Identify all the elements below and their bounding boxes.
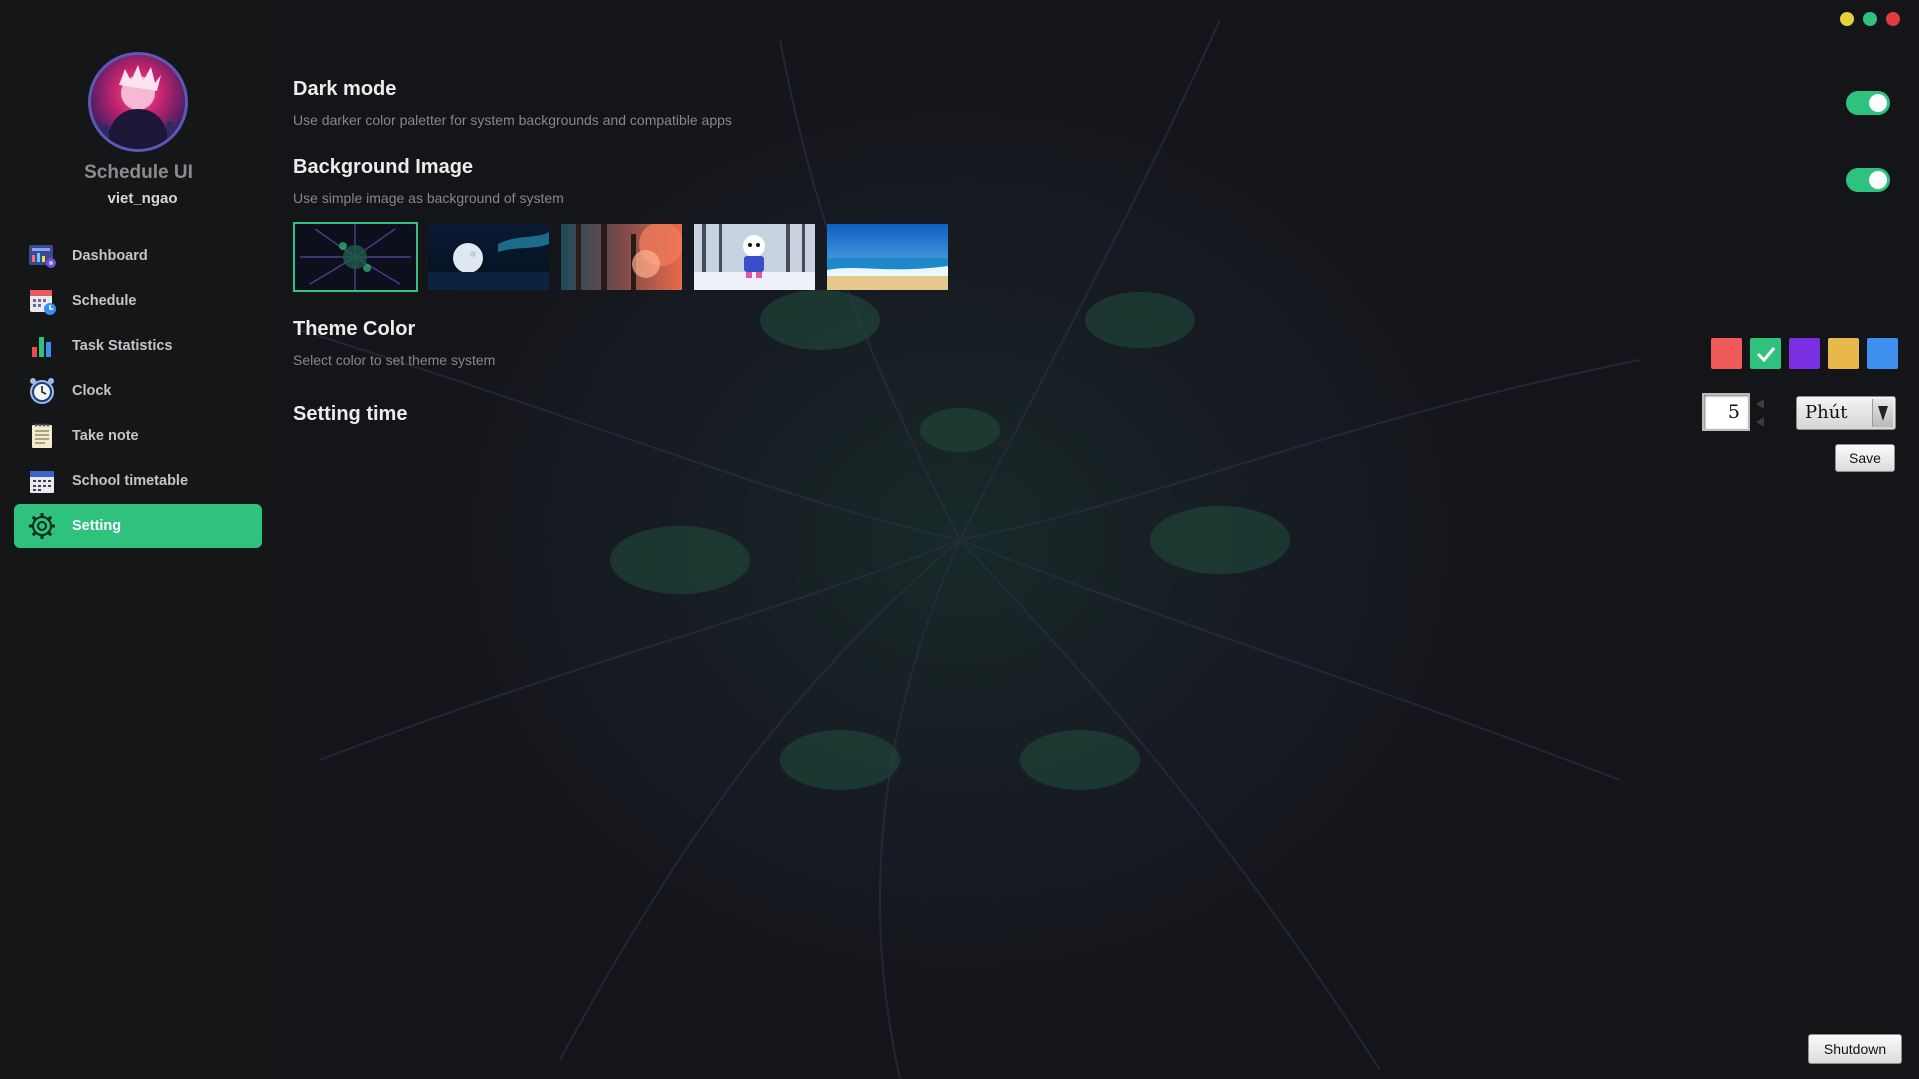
sidebar-item-take-note[interactable]: Take note bbox=[14, 414, 262, 458]
dark-mode-title: Dark mode bbox=[293, 78, 397, 100]
settings-panel: Dark mode Use darker color paletter for … bbox=[0, 0, 1919, 1079]
sidebar-item-setting[interactable]: Setting bbox=[14, 504, 262, 548]
background-thumbnails bbox=[293, 222, 950, 292]
forest-thumbnail-image bbox=[561, 224, 682, 290]
beach-thumbnail-image bbox=[827, 224, 948, 290]
calendar-clock-icon bbox=[26, 285, 58, 317]
sidebar-item-task-statistics[interactable]: Task Statistics bbox=[14, 324, 262, 368]
notepad-icon bbox=[26, 420, 58, 452]
background-thumb-snow-character[interactable] bbox=[692, 222, 817, 292]
maximize-button[interactable] bbox=[1863, 12, 1877, 26]
toggle-knob bbox=[1869, 171, 1887, 189]
sidebar-item-label: Schedule bbox=[72, 293, 137, 309]
window-controls bbox=[1840, 12, 1900, 26]
sidebar-item-dashboard[interactable]: Dashboard bbox=[14, 234, 262, 278]
background-thumb-beach[interactable] bbox=[825, 222, 950, 292]
sidebar-item-clock[interactable]: Clock bbox=[14, 369, 262, 413]
theme-color-description: Select color to set theme system bbox=[293, 352, 496, 368]
minimize-button[interactable] bbox=[1840, 12, 1854, 26]
color-swatch-yellow[interactable] bbox=[1828, 338, 1859, 369]
time-unit-value: Phút bbox=[1805, 402, 1848, 423]
dashboard-chart-icon bbox=[26, 240, 58, 272]
background-image-title: Background Image bbox=[293, 156, 474, 178]
spinner-up-icon bbox=[1756, 399, 1764, 409]
sidebar-nav: Dashboard Schedule Task Statistics Clock… bbox=[14, 234, 262, 549]
timetable-calendar-icon bbox=[26, 465, 58, 497]
sidebar-item-label: School timetable bbox=[72, 473, 189, 489]
sidebar-item-schedule[interactable]: Schedule bbox=[14, 279, 262, 323]
sidebar-item-label: Clock bbox=[72, 383, 112, 399]
avatar-image bbox=[101, 65, 173, 149]
setting-time-title: Setting time bbox=[293, 403, 408, 425]
background-image-description: Use simple image as background of system bbox=[293, 190, 564, 206]
sidebar-item-school-timetable[interactable]: School timetable bbox=[14, 459, 262, 503]
moon-thumbnail-image bbox=[428, 224, 549, 290]
sidebar-item-label: Take note bbox=[72, 428, 139, 444]
color-swatch-red[interactable] bbox=[1711, 338, 1742, 369]
theme-color-title: Theme Color bbox=[293, 318, 416, 340]
dark-mode-toggle[interactable] bbox=[1846, 91, 1890, 115]
sidebar: Schedule UI viet_ngao Dashboard Schedule… bbox=[0, 0, 280, 1079]
background-thumb-autumn-forest[interactable] bbox=[559, 222, 684, 292]
background-thumb-fractal[interactable] bbox=[293, 222, 418, 292]
gear-icon bbox=[26, 510, 58, 542]
alarm-clock-icon bbox=[26, 375, 58, 407]
sidebar-item-label: Dashboard bbox=[72, 248, 148, 264]
color-swatch-blue[interactable] bbox=[1867, 338, 1898, 369]
spinner-down-icon bbox=[1756, 417, 1764, 427]
dark-mode-description: Use darker color paletter for system bac… bbox=[293, 112, 732, 128]
color-swatch-purple[interactable] bbox=[1789, 338, 1820, 369]
background-image-toggle[interactable] bbox=[1846, 168, 1890, 192]
shutdown-button[interactable]: Shutdown bbox=[1808, 1034, 1902, 1064]
avatar[interactable] bbox=[88, 52, 188, 152]
bar-chart-icon bbox=[26, 330, 58, 362]
checkmark-icon bbox=[1756, 346, 1775, 362]
background-thumb-moon-aurora[interactable] bbox=[426, 222, 551, 292]
app-name: Schedule UI bbox=[84, 162, 193, 183]
toggle-knob bbox=[1869, 94, 1887, 112]
save-button[interactable]: Save bbox=[1835, 444, 1895, 472]
color-swatch-green[interactable] bbox=[1750, 338, 1781, 369]
chevron-down-icon bbox=[1872, 399, 1893, 427]
time-value-input[interactable]: 5 bbox=[1702, 393, 1750, 431]
spinner-arrows[interactable] bbox=[1753, 396, 1767, 430]
theme-color-swatches bbox=[1711, 338, 1898, 369]
username: viet_ngao bbox=[107, 190, 178, 207]
snow-thumbnail-image bbox=[694, 224, 815, 290]
time-unit-select[interactable]: Phút bbox=[1796, 396, 1896, 430]
close-button[interactable] bbox=[1886, 12, 1900, 26]
sidebar-item-label: Setting bbox=[72, 518, 122, 534]
sidebar-item-label: Task Statistics bbox=[72, 338, 173, 354]
fractal-thumbnail-image bbox=[295, 224, 416, 290]
